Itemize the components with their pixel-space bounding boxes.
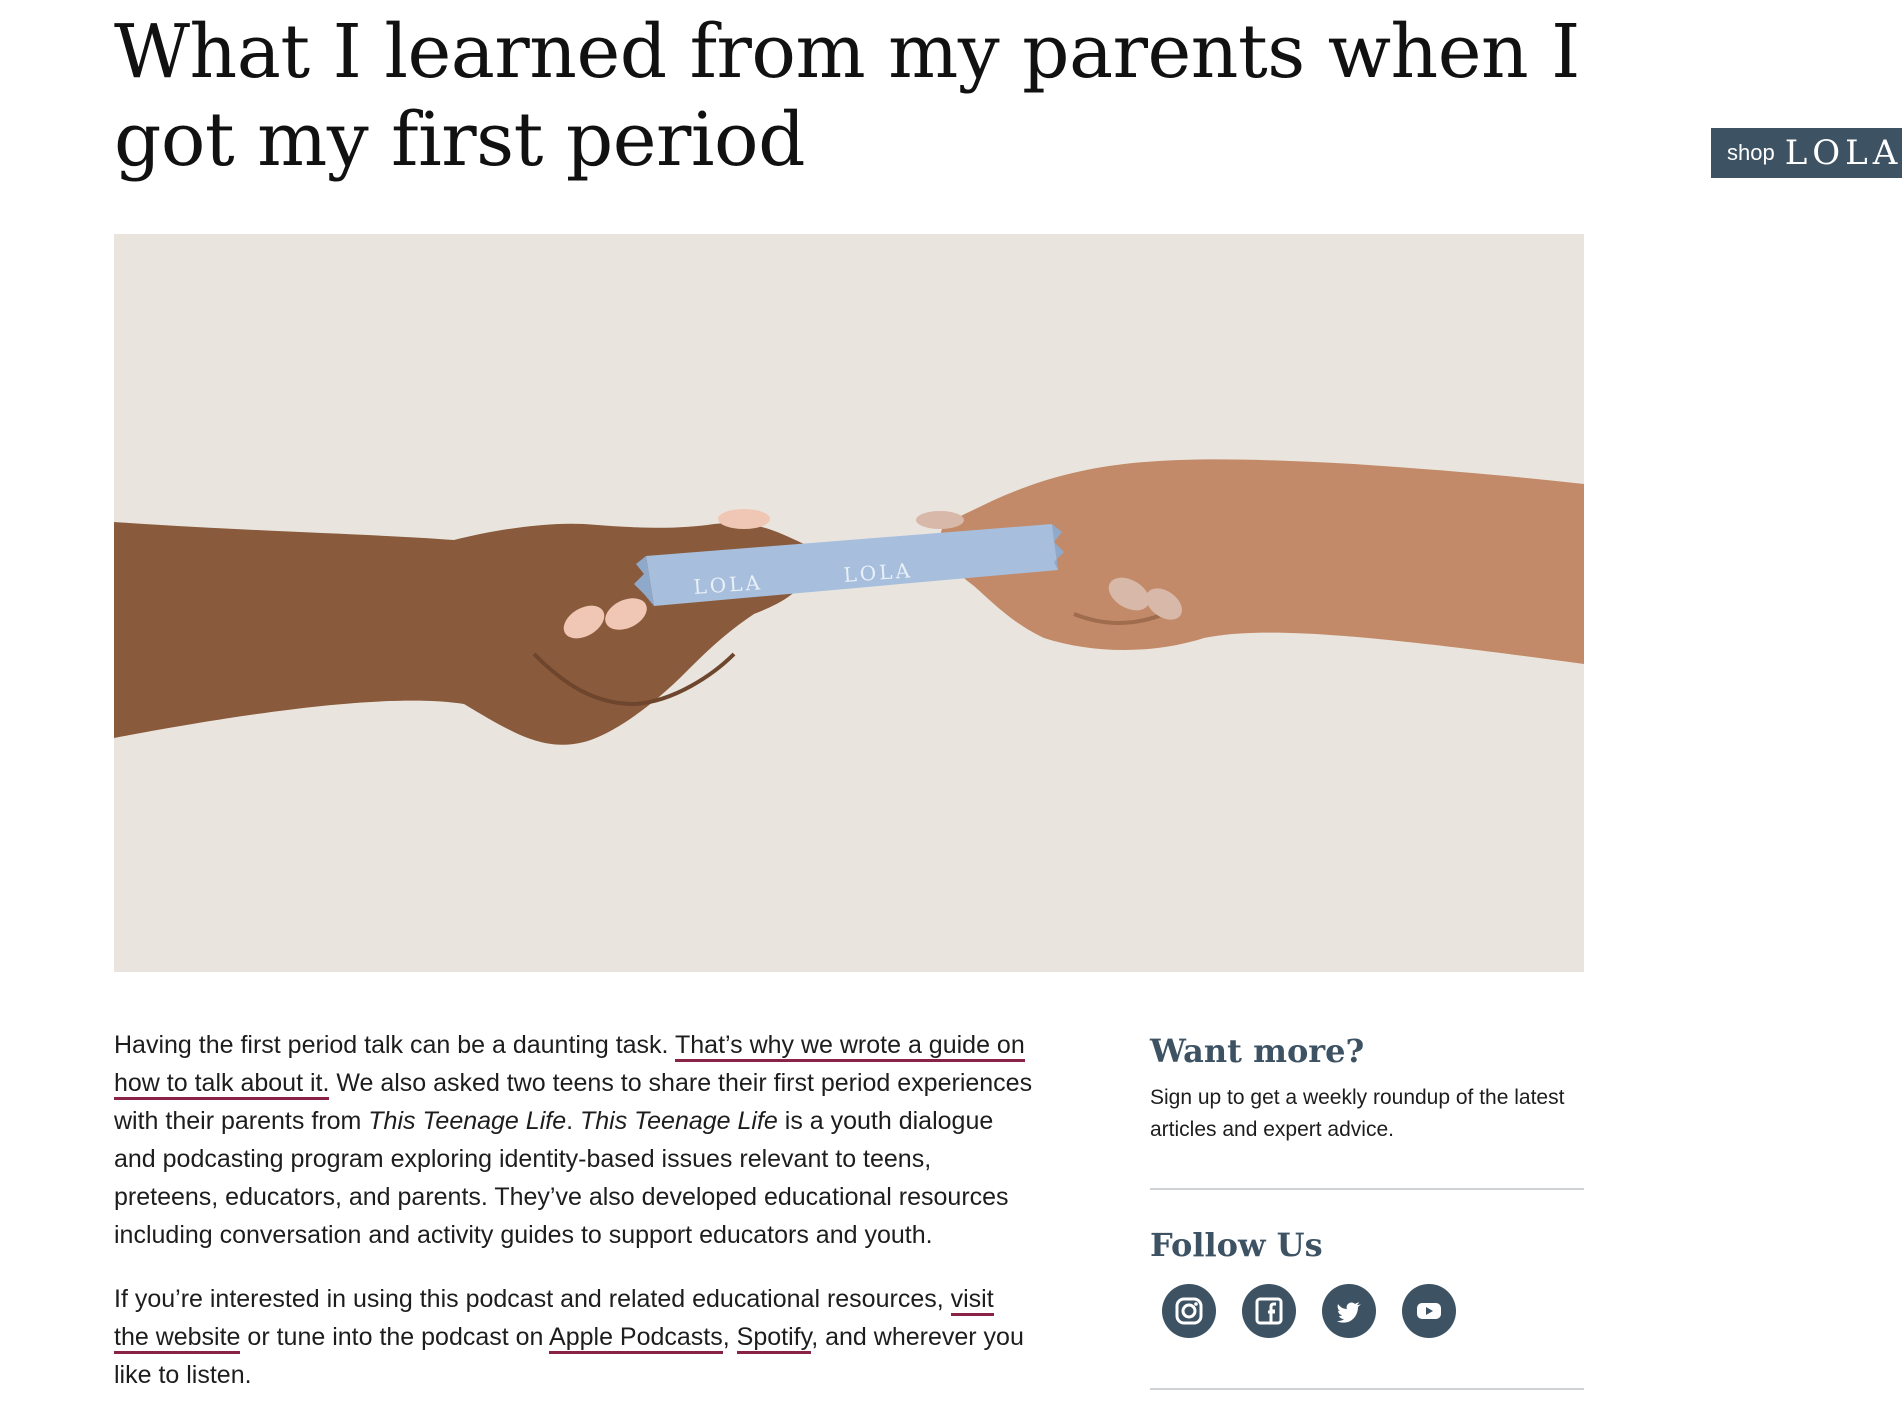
follow-heading: Follow Us xyxy=(1150,1226,1323,1264)
page-title: What I learned from my parents when I go… xyxy=(114,9,1580,183)
next-section-heading-clipped xyxy=(1150,1412,1584,1428)
divider xyxy=(1150,1388,1584,1390)
hands-tampon-illustration: LOLA LOLA xyxy=(114,459,1584,745)
spotify-link[interactable]: Spotify xyxy=(736,1323,812,1354)
article-paragraph: If you’re interested in using this podca… xyxy=(114,1285,1024,1389)
hero-image: LOLA LOLA xyxy=(114,234,1584,972)
facebook-icon[interactable] xyxy=(1242,1284,1296,1338)
wrapper-brand-text: LOLA xyxy=(843,558,914,587)
article-body: Having the first period talk can be a da… xyxy=(114,1026,1034,1420)
shop-label: shop xyxy=(1727,140,1775,165)
apple-podcasts-link[interactable]: Apple Podcasts xyxy=(549,1323,723,1354)
sidebar: Want more? Sign up to get a weekly round… xyxy=(1150,1030,1584,1428)
youtube-icon[interactable] xyxy=(1402,1284,1456,1338)
wrapper-brand-text: LOLA xyxy=(693,570,764,599)
shop-lola-button[interactable]: shop LOLA xyxy=(1711,128,1902,178)
social-links xyxy=(1162,1284,1584,1338)
article-paragraph: Having the first period talk can be a da… xyxy=(114,1031,1033,1249)
divider xyxy=(1150,1188,1584,1190)
instagram-icon[interactable] xyxy=(1162,1284,1216,1338)
shop-brand-label: LOLA xyxy=(1784,133,1902,173)
want-more-heading: Want more? xyxy=(1150,1032,1365,1070)
twitter-icon[interactable] xyxy=(1322,1284,1376,1338)
newsletter-text: Sign up to get a weekly roundup of the l… xyxy=(1150,1086,1565,1141)
